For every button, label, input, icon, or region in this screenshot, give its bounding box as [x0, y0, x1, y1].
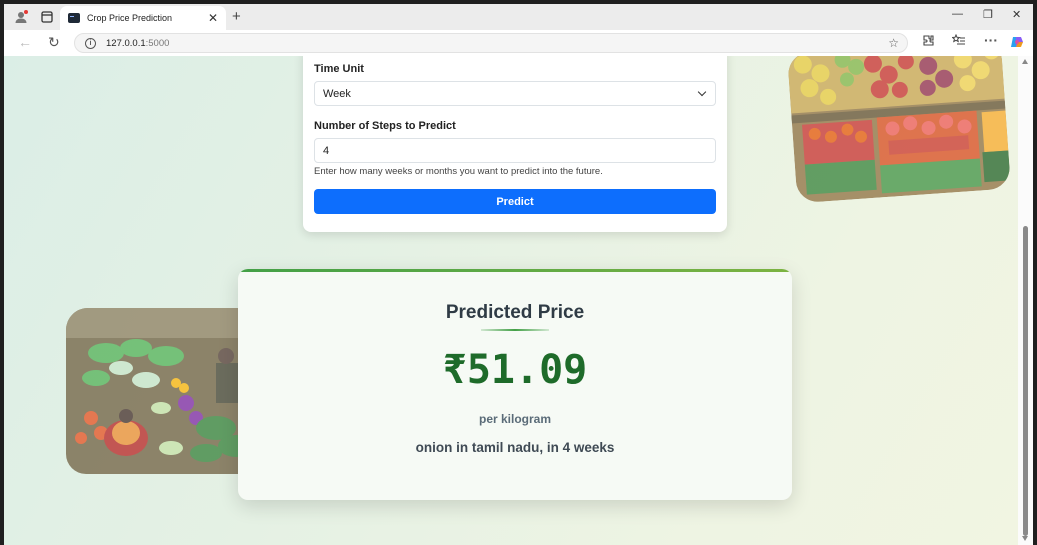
back-icon[interactable]: ← — [18, 34, 32, 50]
scroll-down-icon[interactable] — [1022, 536, 1028, 541]
predict-button[interactable]: Predict — [314, 189, 716, 214]
price-unit: per kilogram — [478, 412, 552, 426]
predicted-price: ₹51.09 — [442, 347, 588, 393]
result-accent-bar — [238, 269, 792, 272]
steps-label: Number of Steps to Predict — [314, 120, 456, 132]
time-unit-value: Week — [323, 87, 351, 100]
browser-window: Crop Price Prediction ✕ + — ❐ ✕ ← ↻ i 12… — [4, 4, 1033, 545]
prediction-form-card: Time Unit Week Number of Steps to Predic… — [303, 56, 727, 232]
steps-help-text: Enter how many weeks or months you want … — [314, 166, 603, 177]
chevron-down-icon — [697, 87, 707, 97]
browser-toolbar: ← ↻ i 127.0.0.1:5000 ☆ ··· — [4, 30, 1033, 56]
tab-bar: Crop Price Prediction ✕ + — ❐ ✕ — [4, 4, 1033, 30]
site-info-icon[interactable]: i — [85, 37, 96, 49]
url-text: 127.0.0.1:5000 — [106, 38, 169, 49]
page-scrollbar[interactable] — [1018, 56, 1033, 545]
scrollbar-thumb[interactable] — [1023, 226, 1028, 536]
more-icon[interactable]: ··· — [984, 32, 998, 48]
time-unit-select[interactable]: Week — [314, 81, 716, 106]
fruit-market-image — [787, 56, 1011, 204]
steps-input[interactable] — [314, 138, 716, 163]
favorites-icon[interactable] — [951, 33, 966, 49]
url-host: 127.0.0.1 — [106, 37, 146, 49]
tab-title: Crop Price Prediction — [87, 13, 173, 23]
profile-icon[interactable] — [12, 8, 30, 26]
time-unit-label: Time Unit — [314, 63, 364, 75]
minimize-button[interactable]: — — [952, 8, 963, 20]
close-window-button[interactable]: ✕ — [1012, 8, 1021, 21]
tab-close-icon[interactable]: ✕ — [208, 11, 218, 25]
result-title-underline — [481, 329, 549, 331]
favorite-star-icon[interactable]: ☆ — [888, 36, 899, 50]
copilot-icon[interactable] — [1010, 35, 1024, 52]
prediction-description: onion in tamil nadu, in 4 weeks — [415, 440, 615, 455]
url-port: :5000 — [145, 37, 170, 49]
scroll-up-icon[interactable] — [1022, 59, 1028, 64]
tab-actions-icon[interactable] — [38, 8, 56, 26]
tab-favicon-icon — [68, 13, 80, 23]
tab-crop-price-prediction[interactable]: Crop Price Prediction ✕ — [60, 6, 226, 30]
address-bar[interactable]: i 127.0.0.1:5000 ☆ — [74, 33, 908, 53]
result-card: Predicted Price ₹51.09 per kilogram onio… — [238, 269, 792, 500]
result-title: Predicted Price — [445, 302, 585, 323]
new-tab-button[interactable]: + — [232, 8, 241, 25]
page-content: Time Unit Week Number of Steps to Predic… — [4, 56, 1018, 545]
restore-button[interactable]: ❐ — [983, 8, 993, 21]
extensions-icon[interactable] — [922, 34, 935, 50]
refresh-icon[interactable]: ↻ — [48, 34, 60, 51]
